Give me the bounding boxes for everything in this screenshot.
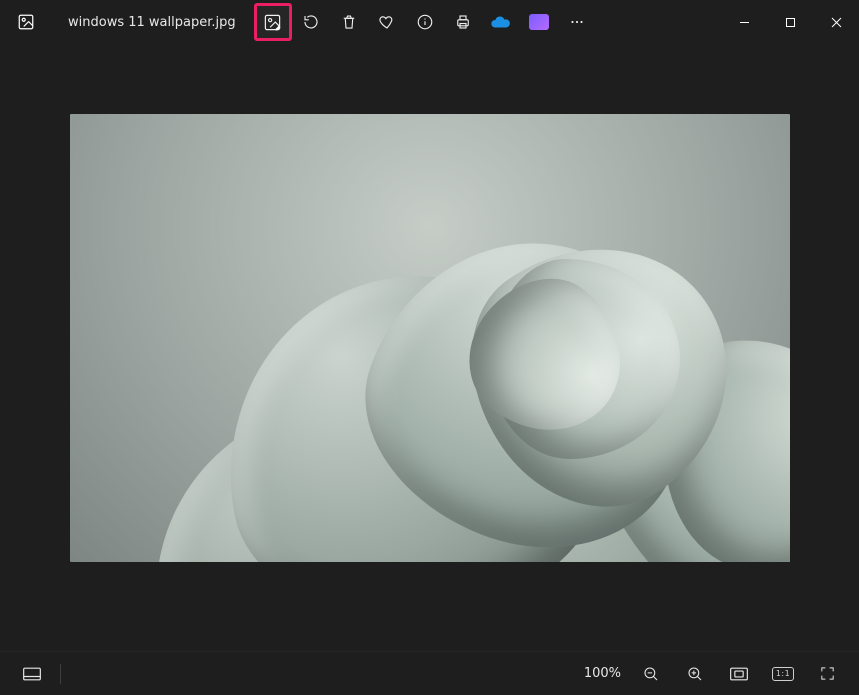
favorite-button[interactable] (368, 3, 406, 41)
zoom-to-fit-button[interactable] (719, 656, 759, 692)
zoom-level: 100% (578, 666, 627, 681)
print-button[interactable] (444, 3, 482, 41)
zoom-out-button[interactable] (631, 656, 671, 692)
info-button[interactable] (406, 3, 444, 41)
rotate-button[interactable] (292, 3, 330, 41)
minimize-button[interactable] (721, 5, 767, 39)
divider (60, 664, 61, 684)
photos-app-icon (8, 4, 44, 40)
toolbar (254, 3, 596, 41)
edit-image-button[interactable] (254, 3, 292, 41)
clipchamp-icon (529, 14, 549, 30)
delete-button[interactable] (330, 3, 368, 41)
image-viewport[interactable] (70, 114, 790, 562)
file-name: windows 11 wallpaper.jpg (68, 15, 236, 30)
more-button[interactable] (558, 3, 596, 41)
bottom-bar: 100% 1:1 (0, 651, 859, 695)
clipchamp-button[interactable] (520, 3, 558, 41)
ratio-icon: 1:1 (772, 667, 794, 681)
onedrive-button[interactable] (482, 3, 520, 41)
actual-size-button[interactable]: 1:1 (763, 656, 803, 692)
maximize-button[interactable] (767, 5, 813, 39)
close-button[interactable] (813, 5, 859, 39)
canvas-area[interactable] (0, 44, 859, 651)
window-controls (721, 5, 859, 39)
fullscreen-button[interactable] (807, 656, 847, 692)
title-bar: windows 11 wallpaper.jpg (0, 0, 859, 44)
zoom-in-button[interactable] (675, 656, 715, 692)
filmstrip-toggle-button[interactable] (12, 656, 52, 692)
